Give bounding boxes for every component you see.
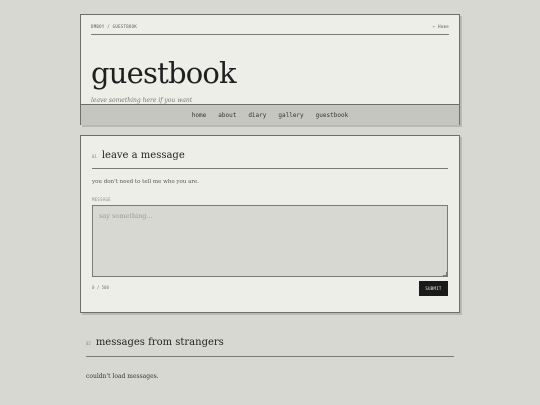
- main-nav: home about diary gallery guestbook: [81, 104, 459, 125]
- form-intro-text: you don't need to tell me who you are.: [92, 179, 200, 185]
- messages-divider: [86, 356, 454, 357]
- nav-item-home[interactable]: home: [192, 112, 206, 119]
- message-form-card: 01 leave a message you don't need to tel…: [80, 135, 460, 313]
- nav-item-guestbook[interactable]: guestbook: [316, 112, 349, 119]
- message-input[interactable]: [92, 205, 448, 277]
- site-header: DMBOY / GUESTBOOK ← Home guestbook leave…: [80, 14, 460, 125]
- nav-item-gallery[interactable]: gallery: [278, 112, 303, 119]
- section-title: messages from strangers: [95, 337, 224, 348]
- nav-item-about[interactable]: about: [218, 112, 236, 119]
- message-field-label: MESSAGE: [92, 197, 111, 202]
- header-divider: [91, 34, 449, 35]
- site-tagline: leave something here if you want: [91, 97, 193, 104]
- form-section-heading: 01 leave a message: [92, 150, 185, 161]
- resize-handle-icon[interactable]: [443, 272, 447, 276]
- messages-status-text: couldn't load messages.: [86, 373, 159, 380]
- breadcrumb: DMBOY / GUESTBOOK: [91, 24, 138, 29]
- form-divider: [92, 168, 448, 169]
- section-title: leave a message: [101, 150, 185, 161]
- header-top-bar: DMBOY / GUESTBOOK ← Home: [91, 24, 449, 29]
- home-link[interactable]: ← Home: [433, 24, 449, 29]
- submit-button[interactable]: SUBMIT: [419, 281, 448, 296]
- site-title: guestbook: [91, 56, 237, 90]
- messages-section-heading: 02 messages from strangers: [86, 337, 224, 348]
- character-counter: 0 / 500: [92, 285, 109, 290]
- section-number: 02: [86, 341, 91, 346]
- section-number: 01: [92, 154, 97, 159]
- nav-item-diary[interactable]: diary: [248, 112, 266, 119]
